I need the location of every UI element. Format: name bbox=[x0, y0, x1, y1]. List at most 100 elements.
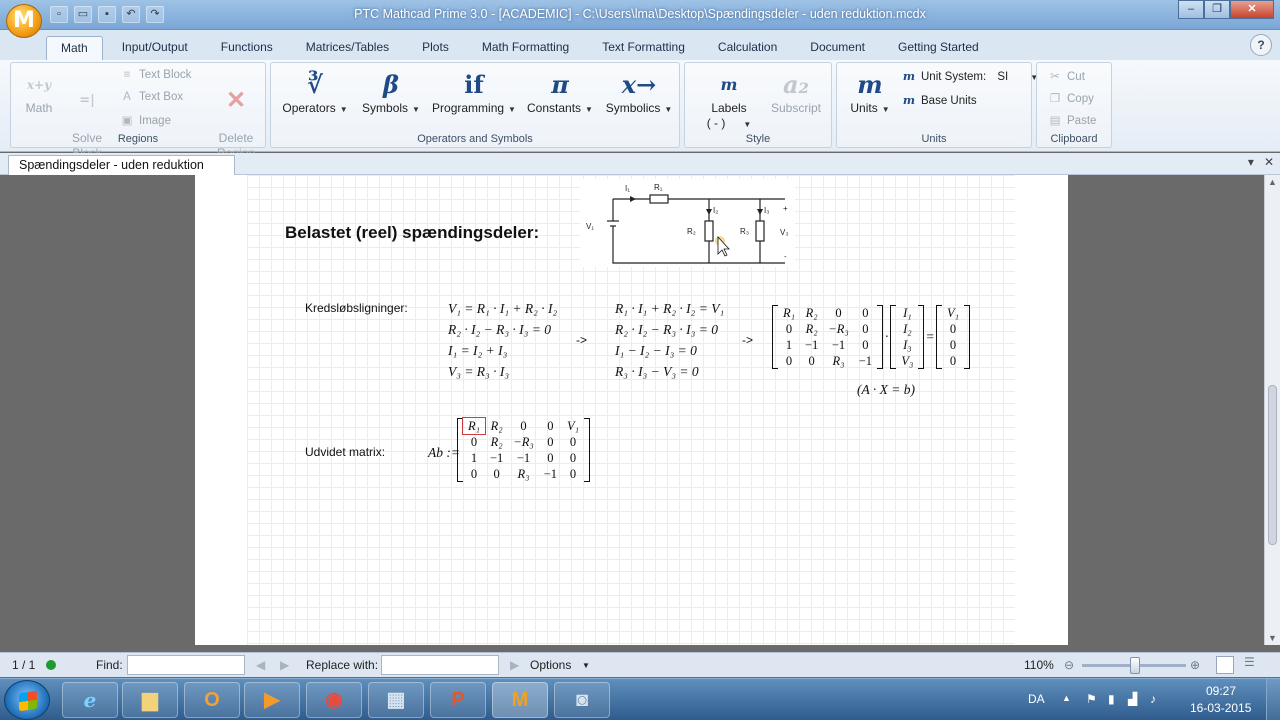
text-block-button[interactable]: ≡ Text Block bbox=[119, 69, 192, 81]
show-desktop-button[interactable] bbox=[1266, 679, 1280, 720]
document-tab[interactable]: Spændingsdeler - uden reduktion bbox=[8, 155, 235, 175]
heading-text-region[interactable]: Belastet (reel) spændingsdeler: bbox=[285, 223, 539, 243]
zoom-out-icon[interactable]: ⊖ bbox=[1064, 658, 1074, 672]
matrix-ab-cell[interactable]: −1 bbox=[539, 466, 562, 482]
page-view-icon[interactable] bbox=[1216, 656, 1234, 674]
close-document-icon[interactable]: ✕ bbox=[1264, 155, 1274, 169]
matrix-ab-cell[interactable]: 0 bbox=[562, 450, 584, 466]
tab-getting-started[interactable]: Getting Started bbox=[884, 36, 993, 60]
symbolics-button[interactable]: x→ Symbolics ▼ bbox=[603, 69, 675, 115]
tab-math[interactable]: Math bbox=[46, 36, 103, 60]
chrome-icon[interactable]: ◉ bbox=[306, 682, 362, 718]
tab-input-output[interactable]: Input/Output bbox=[108, 36, 202, 60]
copy-button[interactable]: ❐ Copy bbox=[1047, 91, 1094, 105]
minimize-button[interactable]: – bbox=[1178, 0, 1204, 19]
find-input[interactable] bbox=[127, 655, 245, 675]
maximize-button[interactable]: ❐ bbox=[1204, 0, 1230, 19]
units-button[interactable]: m Units ▼ bbox=[845, 69, 895, 115]
circuit-diagram-image[interactable]: I₁ R₁ I₂ I₃ R₂ R₃ V₁ V₃ + - bbox=[580, 179, 795, 267]
delete-region-button[interactable]: ✕ Delete Region bbox=[209, 69, 263, 161]
text-box-button[interactable]: A Text Box bbox=[119, 91, 183, 103]
axb-note[interactable]: (A · X = b) bbox=[857, 382, 915, 398]
matrix-ab-cell-selected[interactable]: R₁ bbox=[462, 417, 486, 435]
matrix-ab-cell[interactable]: 0 bbox=[562, 466, 584, 482]
arrow-1[interactable]: -> bbox=[576, 333, 587, 347]
matrix-a[interactable]: R₁ R₂ 0 0 0 R₂ −R₃ 0 1 −1 −1 0 0 0 R₃ −1 · I₁ I₂ I₃ … bbox=[772, 305, 970, 369]
math-region-button[interactable]: x+y Math bbox=[19, 69, 59, 115]
find-previous-icon[interactable]: ◀ bbox=[256, 658, 265, 672]
help-button[interactable]: ? bbox=[1250, 34, 1272, 56]
options-button[interactable]: Options bbox=[530, 658, 571, 672]
zoom-in-icon[interactable]: ⊕ bbox=[1190, 658, 1200, 672]
symbols-button[interactable]: β Symbols ▼ bbox=[359, 69, 423, 115]
udvidet-matrix-label[interactable]: Udvidet matrix: bbox=[305, 445, 385, 459]
redo-icon[interactable]: ↷ bbox=[146, 6, 164, 23]
matrix-ab-cell[interactable]: −R₃ bbox=[508, 434, 538, 450]
scroll-down-icon[interactable]: ▼ bbox=[1268, 633, 1277, 643]
matrix-ab-cell[interactable]: V₁ bbox=[562, 418, 584, 434]
matrix-ab-cell[interactable]: −1 bbox=[485, 450, 508, 466]
tab-calculation[interactable]: Calculation bbox=[704, 36, 791, 60]
screen-recorder-icon[interactable]: ◙ bbox=[554, 682, 610, 718]
paste-button[interactable]: ▤ Paste bbox=[1047, 113, 1097, 127]
base-units-button[interactable]: m Base Units bbox=[901, 93, 977, 107]
undo-icon[interactable]: ↶ bbox=[122, 6, 140, 23]
solve-block-button[interactable]: =| Solve Block bbox=[67, 69, 107, 161]
matrix-ab-cell[interactable]: 0 bbox=[539, 434, 562, 450]
scroll-up-icon[interactable]: ▲ bbox=[1268, 177, 1277, 187]
kredsloeb-label[interactable]: Kredsløbsligninger: bbox=[305, 301, 408, 315]
tab-plots[interactable]: Plots bbox=[408, 36, 463, 60]
tab-matrices-tables[interactable]: Matrices/Tables bbox=[292, 36, 403, 60]
calculator-icon[interactable]: ▦ bbox=[368, 682, 424, 718]
matrix-ab-cell[interactable]: 1 bbox=[463, 450, 485, 466]
replace-input[interactable] bbox=[381, 655, 499, 675]
volume-icon[interactable]: ♪ bbox=[1150, 692, 1156, 706]
unit-system-selector[interactable]: m Unit System: SI ▼ bbox=[901, 69, 1038, 83]
matrix-ab-cell[interactable]: 0 bbox=[508, 418, 538, 434]
equations-block-1[interactable]: V₁ = R₁ · I₁ + R₂ · I₂ R₂ · I₂ − R₃ · I₃… bbox=[448, 298, 557, 382]
matrix-ab-cell[interactable]: R₃ bbox=[508, 466, 538, 482]
mathcad-logo-button[interactable]: M bbox=[6, 4, 42, 38]
matrix-ab-cell[interactable]: R₂ bbox=[485, 418, 508, 434]
battery-icon[interactable]: ▮ bbox=[1108, 692, 1115, 706]
subscript-button[interactable]: a₂ Subscript bbox=[765, 69, 827, 115]
matrix-ab-cell[interactable]: 0 bbox=[539, 450, 562, 466]
start-button[interactable] bbox=[4, 680, 50, 720]
matrix-ab[interactable]: R₁ R₂ 0 0 V₁ 0 R₂ −R₃ 0 0 1 −1 −1 0 0 0 0 R₃ −1 0 bbox=[457, 417, 591, 482]
media-player-icon[interactable]: ▶ bbox=[244, 682, 300, 718]
tab-document[interactable]: Document bbox=[796, 36, 879, 60]
language-indicator[interactable]: DA bbox=[1028, 692, 1045, 706]
tray-expand-icon[interactable]: ▲ bbox=[1062, 693, 1071, 703]
tab-math-formatting[interactable]: Math Formatting bbox=[468, 36, 583, 60]
tab-list-dropdown-icon[interactable]: ▾ bbox=[1248, 155, 1254, 169]
outlook-icon[interactable]: O bbox=[184, 682, 240, 718]
labels-button[interactable]: m Labels ( - ) ▼ bbox=[693, 69, 765, 132]
worksheet-page[interactable]: I₁ R₁ I₂ I₃ R₂ R₃ V₁ V₃ + - Belastet (re… bbox=[195, 175, 1068, 645]
zoom-slider-thumb[interactable] bbox=[1130, 657, 1140, 674]
matrix-ab-cell[interactable]: −1 bbox=[508, 450, 538, 466]
vertical-scrollbar[interactable]: ▲ ▼ bbox=[1264, 175, 1280, 645]
ab-definition-lhs[interactable]: Ab := bbox=[428, 445, 460, 461]
tab-text-formatting[interactable]: Text Formatting bbox=[588, 36, 699, 60]
find-next-icon[interactable]: ▶ bbox=[280, 658, 289, 672]
clock-time[interactable]: 09:27 bbox=[1206, 684, 1236, 698]
tab-functions[interactable]: Functions bbox=[207, 36, 287, 60]
cut-button[interactable]: ✂ Cut bbox=[1047, 69, 1085, 83]
options-dropdown-icon[interactable]: ▼ bbox=[582, 661, 590, 670]
equations-block-2[interactable]: R₁ · I₁ + R₂ · I₂ = V₁ R₂ · I₂ − R₃ · I₃… bbox=[615, 298, 724, 382]
internet-explorer-icon[interactable]: e bbox=[62, 682, 118, 718]
matrix-ab-cell[interactable]: 0 bbox=[562, 434, 584, 450]
matrix-ab-cell[interactable]: 0 bbox=[539, 418, 562, 434]
matrix-ab-cell[interactable]: R₂ bbox=[485, 434, 508, 450]
matrix-ab-cell[interactable]: 0 bbox=[485, 466, 508, 482]
close-window-button[interactable]: ✕ bbox=[1230, 0, 1274, 19]
open-folder-icon[interactable]: ▭ bbox=[74, 6, 92, 23]
draft-view-icon[interactable]: ☰ bbox=[1244, 655, 1255, 669]
network-icon[interactable]: ▟ bbox=[1128, 692, 1137, 706]
matrix-ab-cell[interactable]: 0 bbox=[463, 434, 485, 450]
matrix-ab-cell[interactable]: 0 bbox=[463, 466, 485, 482]
save-icon[interactable]: ▪ bbox=[98, 6, 116, 23]
flag-icon[interactable]: ⚑ bbox=[1086, 692, 1097, 706]
mathcad-taskbar-icon[interactable]: M bbox=[492, 682, 548, 718]
file-explorer-icon[interactable]: ▆ bbox=[122, 682, 178, 718]
